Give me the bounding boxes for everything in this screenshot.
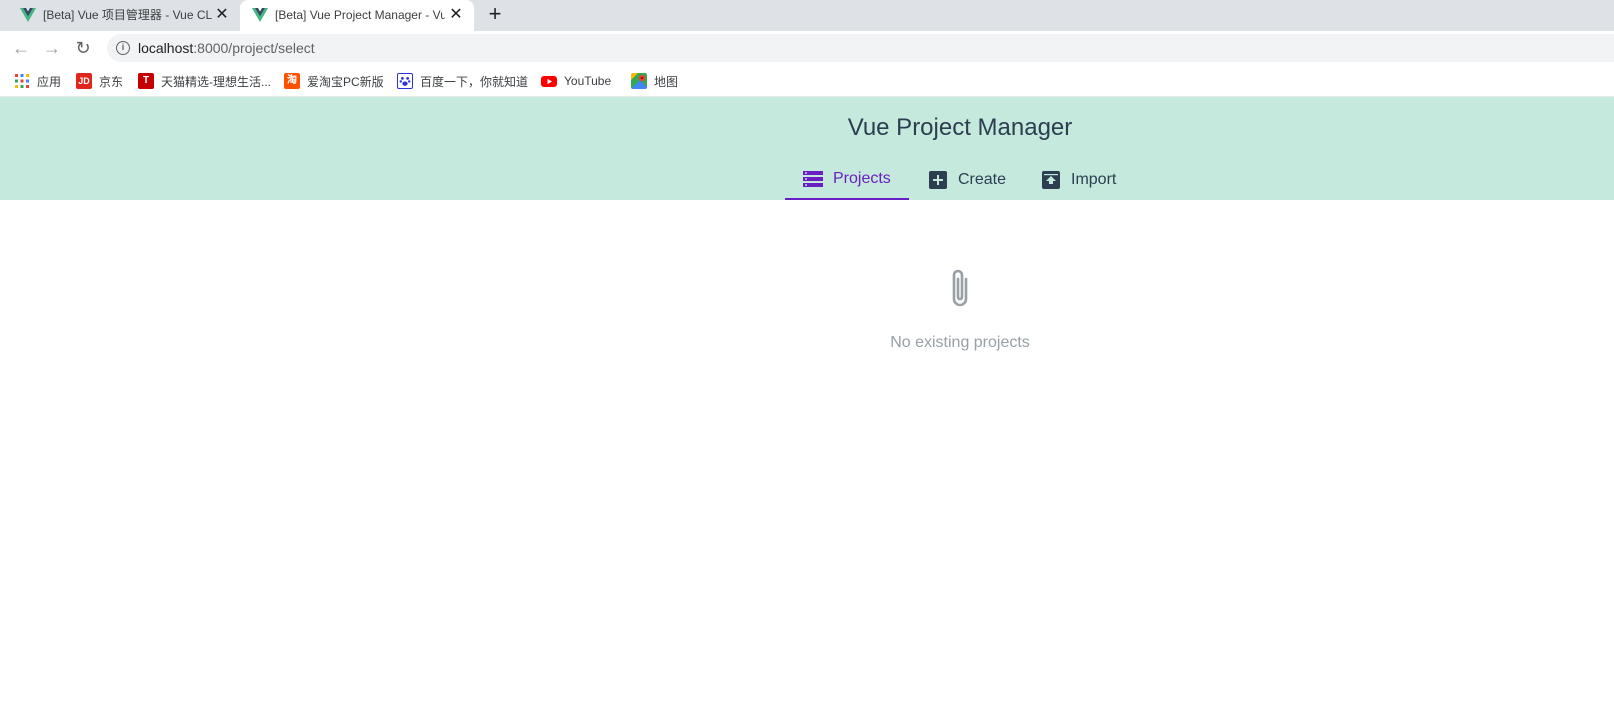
jd-icon: JD	[76, 73, 92, 89]
forward-button[interactable]: →	[42, 38, 62, 58]
tab-create[interactable]: Create	[928, 159, 1006, 200]
bookmark-label: YouTube	[564, 74, 612, 88]
bookmark-tmall[interactable]: T 天猫精选-理想生活...	[138, 72, 271, 90]
url-host: localhost	[138, 40, 194, 56]
browser-tab-1[interactable]: [Beta] Vue 项目管理器 - Vue CLI ✕	[0, 0, 240, 31]
paperclip-icon	[952, 269, 968, 307]
bookmark-label: 百度一下，你就知道	[420, 74, 529, 89]
tab-label: Projects	[833, 169, 891, 187]
tab-projects[interactable]: Projects	[785, 159, 909, 200]
browser-toolbar: ← → ↻ i localhost:8000/project/select	[0, 31, 1614, 65]
url-path: :8000/project/select	[193, 40, 315, 56]
bookmark-youtube[interactable]: YouTube	[541, 72, 611, 90]
back-button[interactable]: ←	[11, 38, 31, 58]
bookmark-label: 京东	[99, 74, 124, 89]
tab-label: Create	[958, 170, 1007, 188]
tab-label: Import	[1071, 170, 1117, 188]
bookmark-jd[interactable]: JD 京东	[76, 72, 123, 90]
bookmark-apps[interactable]: 应用	[14, 72, 61, 90]
bookmark-label: 天猫精选-理想生活...	[161, 74, 271, 89]
browser-tab-strip: [Beta] Vue 项目管理器 - Vue CLI ✕ [Beta] Vue …	[0, 0, 1614, 31]
address-bar[interactable]: i localhost:8000/project/select	[107, 34, 1614, 62]
vue-logo-icon	[252, 8, 268, 22]
close-icon[interactable]: ✕	[448, 7, 464, 23]
bookmark-label: 应用	[37, 74, 62, 89]
new-tab-button[interactable]: +	[484, 3, 506, 26]
vue-logo-icon	[20, 8, 36, 22]
reload-button[interactable]: ↻	[73, 38, 93, 58]
bookmark-maps[interactable]: 地图	[631, 72, 678, 90]
empty-message: No existing projects	[890, 334, 1030, 351]
page-title: Vue Project Manager	[847, 114, 1073, 141]
empty-state: No existing projects	[0, 265, 1614, 352]
url-text[interactable]: localhost:8000/project/select	[138, 40, 315, 56]
list-icon	[803, 170, 823, 187]
bookmark-baidu[interactable]: 百度一下，你就知道	[397, 72, 528, 90]
maps-icon	[631, 73, 647, 89]
plus-box-icon	[929, 170, 947, 189]
apps-grid-icon	[15, 74, 29, 88]
close-icon[interactable]: ✕	[214, 7, 230, 23]
bookmarks-bar: 应用 JD 京东 T 天猫精选-理想生活... 淘 爱淘宝PC新版 百度一下，你…	[0, 65, 1614, 97]
taobao-icon: 淘	[284, 73, 300, 89]
browser-tab-2[interactable]: [Beta] Vue Project Manager - Vue CLI ✕	[240, 0, 474, 31]
youtube-icon	[541, 76, 557, 87]
upload-box-icon	[1042, 170, 1060, 189]
baidu-icon	[397, 73, 413, 89]
bookmark-label: 地图	[654, 74, 679, 89]
tab-title: [Beta] Vue Project Manager - Vue CLI	[275, 8, 445, 22]
tmall-icon: T	[138, 73, 154, 89]
bookmark-taobao[interactable]: 淘 爱淘宝PC新版	[284, 72, 384, 90]
tab-import[interactable]: Import	[1041, 159, 1116, 200]
tab-title: [Beta] Vue 项目管理器 - Vue CLI	[43, 8, 213, 22]
bookmark-label: 爱淘宝PC新版	[307, 74, 384, 89]
app-header: Vue Project Manager Projects Create Impo…	[0, 97, 1614, 200]
info-icon[interactable]: i	[116, 41, 130, 55]
